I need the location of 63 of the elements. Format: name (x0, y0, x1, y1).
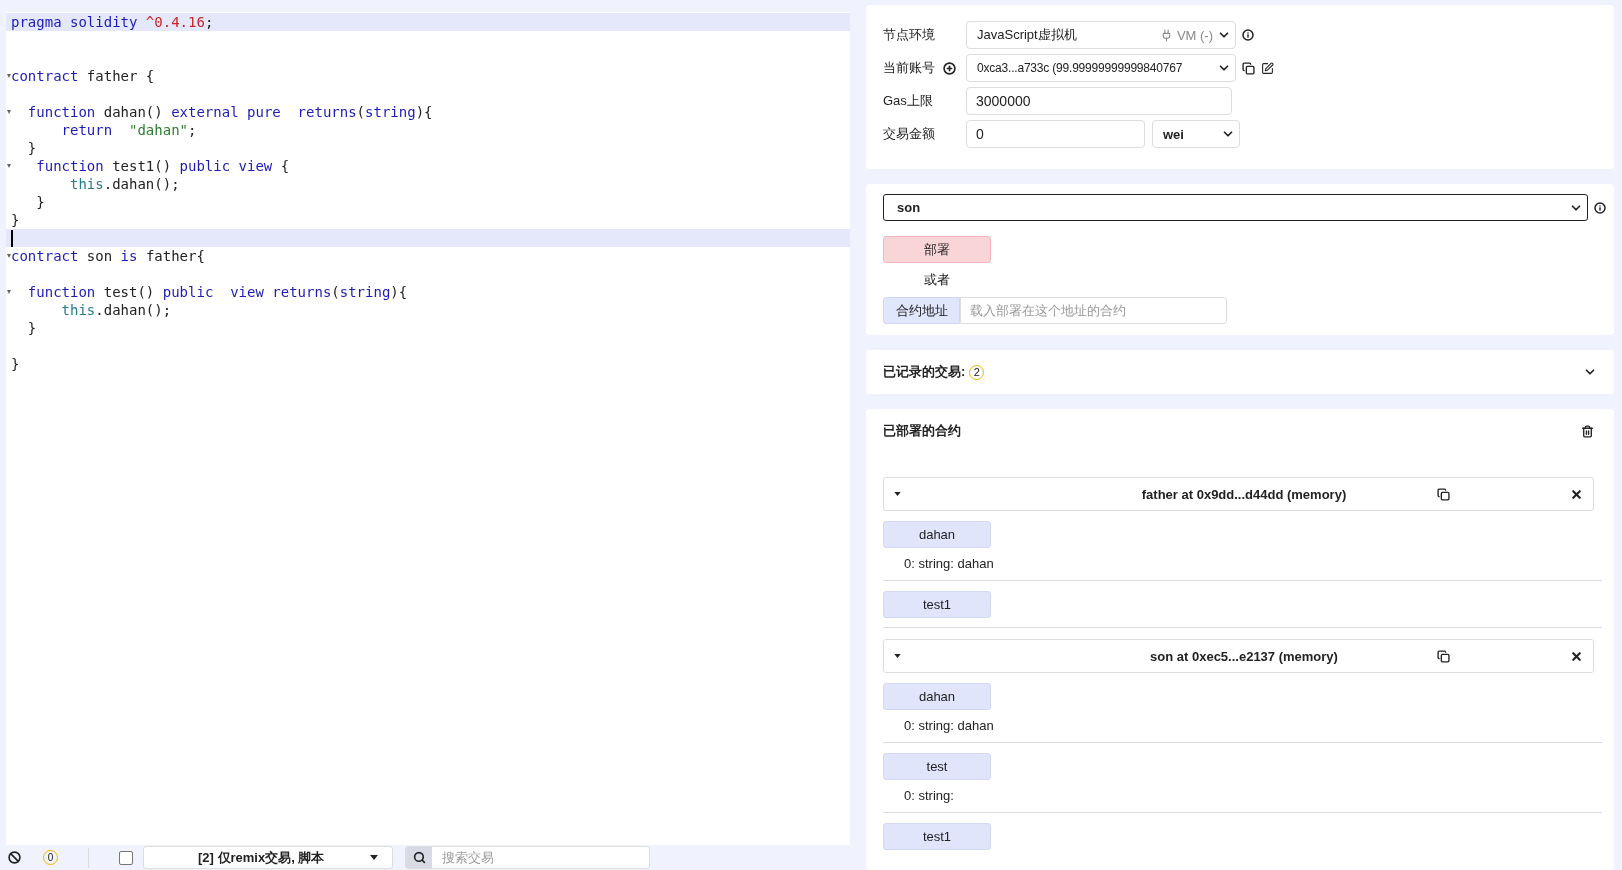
section-title: 已部署的合约 (883, 422, 961, 440)
dropdown-caret-icon[interactable] (370, 855, 378, 860)
filter-dropdown[interactable]: [2] 仅remix交易, 脚本 (143, 846, 393, 869)
field-label: 当前账号 (883, 59, 935, 77)
field-label: 交易金额 (883, 125, 936, 143)
contract-instance-header[interactable]: son at 0xec5...e2137 (memory) (883, 639, 1594, 673)
copy-icon[interactable] (1242, 61, 1255, 75)
info-icon[interactable] (1242, 29, 1254, 41)
code-line: this.dahan(); (69, 175, 180, 193)
code-line: } (35, 193, 45, 211)
gas-limit-field[interactable]: 3000000 (966, 87, 1232, 115)
fold-caret-icon[interactable] (6, 254, 11, 258)
code-line: } (11, 355, 20, 373)
copy-icon[interactable] (1437, 487, 1450, 501)
deploy-button[interactable]: 部署 (883, 236, 991, 263)
code-line: function test1() public view { (35, 157, 290, 175)
fold-caret-icon[interactable] (6, 290, 11, 294)
function-button[interactable]: dahan (883, 521, 991, 548)
fold-caret-icon[interactable] (6, 110, 11, 114)
function-button[interactable]: dahan (883, 683, 991, 710)
code-line: return "dahan"; (60, 121, 197, 139)
code-line: function test() public view returns(string){ (26, 283, 408, 301)
code-line: } (26, 319, 37, 337)
code-line: function dahan() external pure returns(string){ (26, 103, 433, 121)
field-label: Gas上限 (883, 92, 934, 110)
environment-select[interactable]: JavaScript虚拟机 VM (-) (966, 21, 1236, 49)
close-icon[interactable] (1570, 487, 1583, 501)
function-button[interactable]: test (883, 753, 991, 780)
code-line: } (11, 211, 20, 229)
function-output: 0: string: dahan (904, 556, 995, 571)
at-address-button[interactable]: 合约地址 (883, 297, 960, 324)
function-output: 0: string: dahan (904, 718, 995, 733)
trash-icon[interactable] (1581, 424, 1594, 438)
edit-icon[interactable] (1261, 61, 1274, 75)
account-select[interactable]: 0xca3...a733c (99.99999999999840767 (966, 54, 1236, 82)
contract-instance-header[interactable]: father at 0x9dd...d44dd (memory) (883, 477, 1594, 511)
unit-select[interactable]: wei (1152, 120, 1240, 148)
code-line: contract son is father{ (11, 247, 205, 265)
search-icon (412, 851, 426, 864)
function-button[interactable]: test1 (883, 591, 991, 618)
value-field[interactable]: 0 (966, 120, 1145, 148)
close-icon[interactable] (1570, 649, 1583, 663)
section-title: 已记录的交易: (883, 363, 966, 381)
code-line: pragma solidity ^0.4.16; (11, 13, 214, 31)
fold-caret-icon[interactable] (6, 164, 11, 168)
code-line: contract father { (11, 67, 155, 85)
clear-icon[interactable] (8, 851, 21, 864)
copy-icon[interactable] (1437, 649, 1450, 663)
field-label: 节点环境 (883, 26, 936, 44)
filter-checkbox[interactable] (119, 850, 133, 865)
function-button[interactable]: test1 (883, 823, 991, 850)
instance-title: father at 0x9dd...d44dd (memory) (1140, 486, 1348, 502)
code-line: } (26, 139, 37, 157)
caret-down-icon[interactable] (894, 492, 901, 496)
function-output: 0: string: (904, 788, 955, 803)
or-text: 或者 (923, 271, 951, 289)
instance-title: son at 0xec5...e2137 (memory) (1149, 648, 1339, 664)
contract-select[interactable]: son (883, 194, 1588, 221)
fold-caret-icon[interactable] (6, 74, 11, 78)
code-line: this.dahan(); (60, 301, 172, 319)
add-icon[interactable] (943, 61, 956, 75)
caret-down-icon[interactable] (894, 654, 901, 658)
info-icon[interactable] (1594, 201, 1606, 214)
